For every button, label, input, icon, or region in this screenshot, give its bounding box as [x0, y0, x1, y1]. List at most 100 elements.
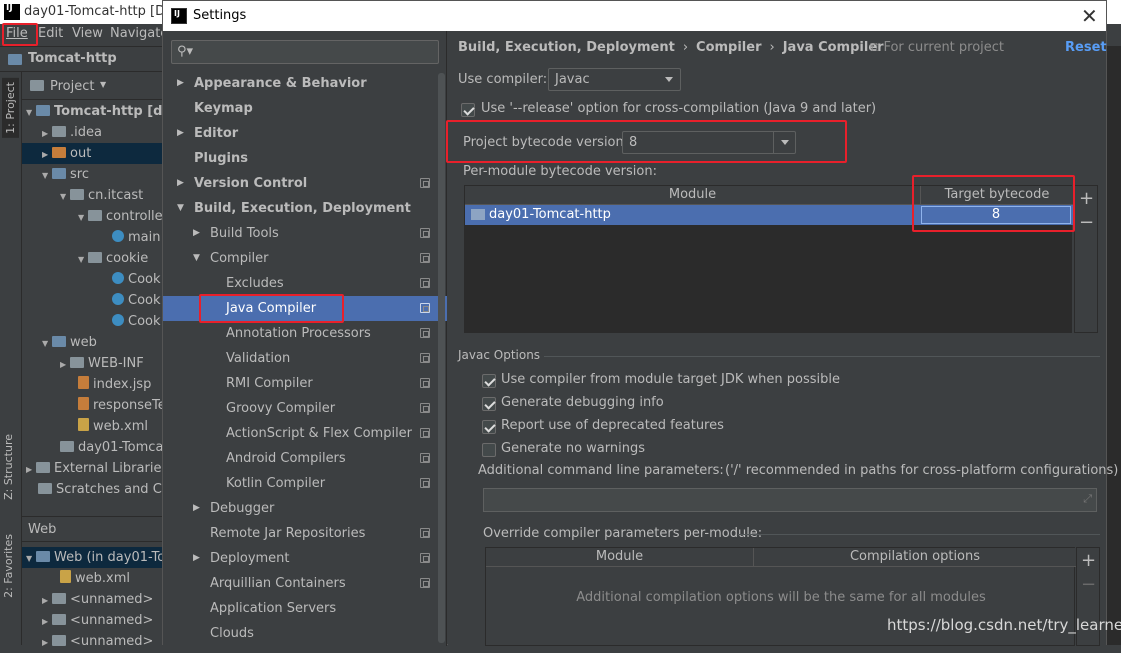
- tree-item[interactable]: web.xml: [78, 416, 148, 437]
- deprecated-features-checkbox[interactable]: [482, 420, 496, 434]
- reset-link[interactable]: Reset: [1065, 40, 1107, 55]
- project-tool-window: Project ▼ ▼ Tomcat-http [day ▶ .idea ▶ out …: [22, 72, 179, 649]
- nav-plugins[interactable]: Plugins: [163, 146, 447, 171]
- remove-icon: −: [1081, 574, 1097, 595]
- tree-item[interactable]: responseTe: [78, 395, 166, 416]
- nav-validation[interactable]: Validation: [163, 346, 447, 371]
- intellij-logo-icon: IJ: [4, 4, 20, 20]
- tool-tab-project[interactable]: 1: Project: [2, 78, 19, 138]
- nav-actionscript-flex-compiler[interactable]: ActionScript & Flex Compiler: [163, 421, 447, 446]
- nav-arquillian-containers[interactable]: Arquillian Containers: [163, 571, 447, 596]
- nav-excludes[interactable]: Excludes: [163, 271, 447, 296]
- release-option-checkbox[interactable]: [461, 103, 475, 117]
- debugging-info-checkbox[interactable]: [482, 397, 496, 411]
- project-scope-icon: [420, 428, 430, 438]
- tree-item[interactable]: ▶ out: [22, 143, 162, 164]
- nav-version-control[interactable]: ▶ Version Control: [163, 171, 447, 196]
- column-header-target-bytecode[interactable]: Target bytecode version: [921, 186, 1073, 220]
- column-header-module[interactable]: Module: [486, 548, 754, 567]
- target-bytecode-cell[interactable]: 8: [921, 206, 1071, 224]
- close-icon[interactable]: ✕: [1081, 4, 1098, 28]
- dialog-title-bar: IJ Settings ✕: [163, 1, 1106, 31]
- breadcrumb-item: Java Compiler: [782, 40, 884, 55]
- nav-appearance-behavior[interactable]: ▶ Appearance & Behavior: [163, 71, 447, 96]
- tool-tab-structure[interactable]: Z: Structure: [2, 434, 15, 500]
- tree-item[interactable]: Cook: [112, 290, 161, 311]
- menu-edit[interactable]: Edit: [38, 26, 63, 41]
- nav-remote-jar-repositories[interactable]: Remote Jar Repositories: [163, 521, 447, 546]
- tree-item[interactable]: ▼ Tomcat-http [day: [26, 101, 179, 122]
- nav-compiler[interactable]: ▼ Compiler: [163, 246, 447, 271]
- nav-rmi-compiler[interactable]: RMI Compiler: [163, 371, 447, 396]
- no-warnings-checkbox[interactable]: [482, 443, 496, 457]
- nav-groovy-compiler[interactable]: Groovy Compiler: [163, 396, 447, 421]
- tree-item[interactable]: ▼ controlle: [78, 206, 163, 227]
- column-header-module[interactable]: Module: [465, 186, 921, 205]
- nav-java-compiler[interactable]: Java Compiler: [163, 296, 447, 321]
- nav-android-compilers[interactable]: Android Compilers: [163, 446, 447, 471]
- project-scope-icon: [420, 453, 430, 463]
- project-scope-icon: [420, 228, 430, 238]
- tree-item[interactable]: Cook: [112, 269, 161, 290]
- nav-build-tools[interactable]: ▶ Build Tools: [163, 221, 447, 246]
- tree-item[interactable]: ▶ <unnamed>: [42, 631, 153, 652]
- use-module-jdk-checkbox[interactable]: [482, 374, 496, 388]
- settings-sidebar: ⚲▾ ▶ Appearance & Behavior Keymap ▶ Editor…: [163, 31, 447, 646]
- project-scope-icon: [420, 553, 430, 563]
- project-scope-icon: [420, 253, 430, 263]
- add-icon[interactable]: +: [1079, 188, 1094, 209]
- javac-options-title: Javac Options: [458, 348, 541, 362]
- tool-tab-favorites[interactable]: 2: Favorites: [2, 534, 15, 598]
- override-empty-text: Additional compilation options will be t…: [576, 590, 986, 605]
- tree-item[interactable]: ▶ <unnamed>: [42, 589, 153, 610]
- nav-build-execution-deployment[interactable]: ▼ Build, Execution, Deployment: [163, 196, 447, 221]
- project-scope-icon: [420, 353, 430, 363]
- table-row[interactable]: day01-Tomcat-http 8: [465, 205, 1073, 225]
- chevron-down-icon[interactable]: ▼: [100, 80, 106, 89]
- tree-item[interactable]: ▼ cookie: [78, 248, 148, 269]
- no-warnings-label: Generate no warnings: [501, 441, 646, 456]
- tree-item[interactable]: ▶ External Libraries: [26, 458, 168, 479]
- tree-item[interactable]: web.xml: [60, 568, 130, 589]
- nav-editor[interactable]: ▶ Editor: [163, 121, 447, 146]
- tree-item[interactable]: ▼ Web (in day01-To: [22, 547, 165, 568]
- tree-item[interactable]: ▶ WEB-INF: [60, 353, 144, 374]
- chevron-down-icon: [773, 132, 795, 153]
- intellij-logo-icon: IJ: [171, 8, 187, 24]
- project-bytecode-select[interactable]: 8: [622, 131, 796, 154]
- settings-search-input[interactable]: ⚲▾: [171, 40, 439, 64]
- nav-application-servers[interactable]: Application Servers: [163, 596, 447, 621]
- remove-icon[interactable]: −: [1079, 212, 1094, 233]
- tree-item[interactable]: day01-Tomcat: [60, 437, 169, 458]
- nav-debugger[interactable]: ▶ Debugger: [163, 496, 447, 521]
- nav-deployment[interactable]: ▶ Deployment: [163, 546, 447, 571]
- project-view-label[interactable]: Project: [50, 79, 94, 94]
- tree-item[interactable]: Scratches and Co: [38, 479, 170, 500]
- add-icon[interactable]: +: [1081, 550, 1096, 571]
- tree-item[interactable]: ▶ .idea: [42, 122, 102, 143]
- tree-item[interactable]: main: [112, 227, 160, 248]
- nav-clouds[interactable]: Clouds: [163, 621, 447, 646]
- tree-item[interactable]: ▼ web: [42, 332, 97, 353]
- nav-project-name[interactable]: Tomcat-http: [28, 51, 117, 66]
- tree-item[interactable]: ▶ <unnamed>: [42, 610, 153, 631]
- nav-keymap[interactable]: Keymap: [163, 96, 447, 121]
- nav-kotlin-compiler[interactable]: Kotlin Compiler: [163, 471, 447, 496]
- menu-file[interactable]: File: [6, 26, 28, 41]
- sidebar-scrollbar[interactable]: [438, 73, 445, 643]
- nav-annotation-processors[interactable]: Annotation Processors: [163, 321, 447, 346]
- expand-icon[interactable]: ⤢: [1083, 492, 1092, 506]
- tree-item[interactable]: Cook: [112, 311, 161, 332]
- project-bytecode-label: Project bytecode version:: [463, 135, 629, 150]
- menu-view[interactable]: View: [72, 26, 103, 41]
- tree-item[interactable]: ▼ src: [42, 164, 89, 185]
- tree-item[interactable]: index.jsp: [78, 374, 151, 395]
- ide-navigation-bar: Tomcat-http: [0, 46, 162, 72]
- for-current-project-label: ⧉ For current project: [870, 40, 1005, 55]
- use-compiler-select[interactable]: Javac: [548, 68, 681, 91]
- additional-params-input[interactable]: ⤢: [483, 488, 1097, 512]
- project-scope-icon: [420, 178, 430, 188]
- tree-item[interactable]: ▼ cn.itcast: [60, 185, 143, 206]
- column-header-compilation-options[interactable]: Compilation options: [754, 548, 1076, 567]
- menu-navigate[interactable]: Navigate: [110, 26, 168, 41]
